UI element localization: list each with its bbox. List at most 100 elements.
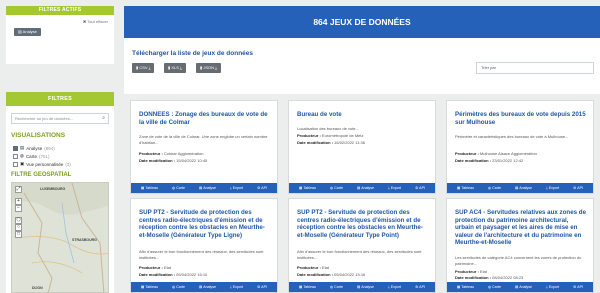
dataset-description: Localisation des bureaux de vote... — [297, 126, 359, 131]
dataset-search-input[interactable]: Rechercher un jeu de données... ⌕ — [11, 113, 109, 124]
action-table[interactable]: ▦ Tableau — [141, 186, 158, 190]
dataset-card[interactable]: DONNEES : Zonage des bureaux de vote de … — [130, 100, 278, 194]
zoom-out-icon[interactable]: − — [15, 205, 22, 212]
map-label: LUXEMBOURG — [40, 187, 66, 191]
card-actions: ▦ Tableau ◍ Carte ▤ Analyse ⤓ Export ⚙ A… — [447, 282, 593, 292]
download-json-button[interactable]: ▮ JSON ⤓ — [196, 63, 221, 73]
action-label: Carte — [176, 285, 185, 289]
action-export[interactable]: ⤓ Export — [388, 186, 401, 190]
action-table[interactable]: ▦ Tableau — [299, 285, 316, 289]
action-table[interactable]: ▦ Tableau — [457, 285, 474, 289]
vis-filter-analyse[interactable]: ▤ Analyse (864) — [13, 145, 55, 151]
download-xls-button[interactable]: ▮ XLS ⤓ — [164, 63, 186, 73]
checkbox[interactable] — [13, 153, 18, 159]
action-analysis[interactable]: ▤ Analyse — [515, 285, 532, 289]
active-filter-chip[interactable]: ▤ Analyse — [14, 28, 41, 36]
action-label: Export — [390, 285, 402, 289]
vis-filter-custom[interactable]: ▣ Vue personnalisée (3) — [13, 161, 71, 167]
action-export[interactable]: ⤓ Export — [546, 285, 559, 289]
action-map[interactable]: ◍ Carte — [488, 186, 501, 190]
dataset-card[interactable]: Périmètres des bureaux de vote depuis 20… — [446, 100, 594, 194]
date-value: 23/01/2022 12:42 — [492, 158, 524, 163]
date-value: 05/04/2022 15:16 — [334, 272, 366, 277]
draw-polygon-icon[interactable]: ⬠ — [15, 217, 22, 224]
zoom-in-icon[interactable]: + — [15, 198, 22, 205]
draw-circle-icon[interactable]: ○ — [15, 224, 22, 231]
action-table[interactable]: ▦ Tableau — [299, 186, 316, 190]
date-label: Date modification : — [297, 272, 334, 277]
dataset-description: Zone de vote de la ville de Colmar. Une … — [139, 134, 268, 145]
action-label: Analyse — [361, 285, 375, 289]
draw-rectangle-icon[interactable]: □ — [15, 231, 22, 238]
action-analysis[interactable]: ▤ Analyse — [199, 285, 216, 289]
download-icon: ⤓ — [213, 65, 217, 70]
action-label: Tableau — [303, 285, 316, 289]
download-csv-button[interactable]: ▮ CSV ⤓ — [132, 63, 155, 73]
checkbox[interactable] — [13, 145, 18, 151]
action-api[interactable]: ⚙ API — [257, 285, 267, 289]
dataset-title[interactable]: Bureau de vote — [297, 111, 429, 119]
action-analysis[interactable]: ▤ Analyse — [357, 186, 374, 190]
action-analysis[interactable]: ▤ Analyse — [199, 186, 216, 190]
action-map[interactable]: ◍ Carte — [172, 285, 185, 289]
producer-value: Etat — [163, 265, 172, 270]
sort-select[interactable]: Trier par — [476, 62, 594, 74]
action-label: API — [577, 186, 583, 190]
date-label: Date modification : — [139, 158, 176, 163]
action-export[interactable]: ⤓ Export — [230, 285, 243, 289]
action-api[interactable]: ⚙ API — [257, 186, 267, 190]
dataset-title[interactable]: SUP PT2 - Servitude de protection des ce… — [139, 209, 271, 239]
action-api[interactable]: ⚙ API — [415, 186, 425, 190]
app-root: FILTRES ACTIFS ✖Tout effacer ▤ Analyse F… — [0, 0, 600, 293]
action-label: Analyse — [519, 285, 533, 289]
download-area: Télécharger la liste de jeux de données … — [124, 38, 600, 94]
dataset-title[interactable]: Périmètres des bureaux de vote depuis 20… — [455, 111, 587, 126]
dataset-date: Date modification : 05/04/2022 16:10 — [139, 272, 271, 277]
action-api[interactable]: ⚙ API — [415, 285, 425, 289]
action-label: Tableau — [303, 186, 316, 190]
action-label: Carte — [492, 285, 501, 289]
clear-all-label: Tout effacer — [87, 19, 108, 24]
action-map[interactable]: ◍ Carte — [172, 186, 185, 190]
filters-title: FILTRES — [6, 92, 114, 106]
dataset-card[interactable]: Bureau de vote Localisation des bureaux … — [288, 100, 436, 194]
action-table[interactable]: ▦ Tableau — [141, 285, 158, 289]
dataset-card[interactable]: SUP AC4 - Servitudes relatives aux zones… — [446, 198, 594, 293]
action-api[interactable]: ⚙ API — [573, 186, 583, 190]
action-export[interactable]: ⤓ Export — [388, 285, 401, 289]
dataset-title[interactable]: SUP AC4 - Servitudes relatives aux zones… — [455, 209, 587, 247]
dataset-card[interactable]: SUP PT2 - Servitude de protection des ce… — [288, 198, 436, 293]
card-actions: ▦ Tableau ◍ Carte ▤ Analyse ⤓ Export ⚙ A… — [131, 282, 277, 292]
action-label: Export — [548, 285, 560, 289]
action-map[interactable]: ◍ Carte — [330, 186, 343, 190]
dataset-producer: Producteur : Eurométropole de Metz — [297, 133, 429, 138]
date-value: 16/02/2022 11:36 — [334, 140, 365, 145]
dataset-producer: Producteur : Etat — [139, 265, 271, 270]
dataset-card[interactable]: SUP PT2 - Servitude de protection des ce… — [130, 198, 278, 293]
action-export[interactable]: ⤓ Export — [230, 186, 243, 190]
vis-filter-carte[interactable]: ◍ Carte (751) — [13, 153, 49, 159]
download-icon: ⤓ — [147, 65, 151, 70]
dataset-title[interactable]: SUP PT2 - Servitude de protection des ce… — [297, 209, 429, 239]
fullscreen-icon[interactable]: ⤢ — [15, 186, 22, 193]
download-xls-label: XLS — [171, 65, 179, 70]
action-api[interactable]: ⚙ API — [573, 285, 583, 289]
dataset-title[interactable]: DONNEES : Zonage des bureaux de vote de … — [139, 111, 271, 126]
action-map[interactable]: ◍ Carte — [488, 285, 501, 289]
clear-all-link[interactable]: ✖Tout effacer — [83, 19, 108, 24]
dataset-date: Date modification : 23/01/2022 12:42 — [455, 158, 587, 163]
action-analysis[interactable]: ▤ Analyse — [357, 285, 374, 289]
checkbox[interactable] — [13, 161, 18, 167]
action-export[interactable]: ⤓ Export — [546, 186, 559, 190]
date-value: 05/04/2022 16:10 — [176, 272, 208, 277]
search-icon[interactable]: ⌕ — [102, 114, 105, 123]
action-table[interactable]: ▦ Tableau — [457, 186, 474, 190]
action-map[interactable]: ◍ Carte — [330, 285, 343, 289]
geo-filter-map[interactable]: ⤢ + − ⬠ ○ □ LUXEMBOURG STRASBOURG DIJON — [11, 182, 109, 293]
dataset-description: Afin d'assurer le bon fonctionnement des… — [297, 249, 422, 260]
dataset-producer: Producteur : Etat — [297, 265, 429, 270]
producer-label: Producteur : — [297, 265, 321, 270]
globe-icon: ◍ — [20, 153, 24, 158]
action-label: API — [577, 285, 583, 289]
action-analysis[interactable]: ▤ Analyse — [515, 186, 532, 190]
